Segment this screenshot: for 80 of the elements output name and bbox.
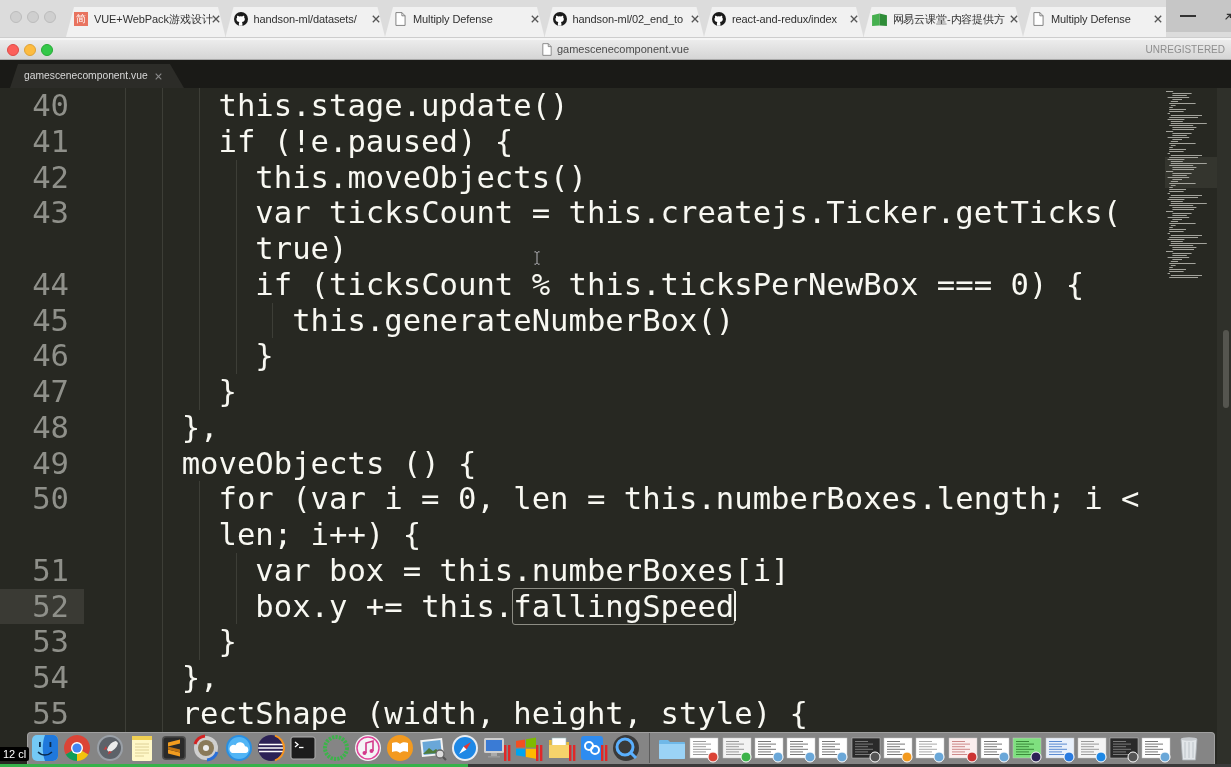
- line-number: 52: [32, 588, 69, 625]
- overlay-label: 12 cl: [0, 747, 30, 761]
- line-number: 54: [32, 660, 69, 696]
- browser-tab[interactable]: Multiply Defense: [1023, 7, 1166, 37]
- line-number: 46: [32, 338, 69, 374]
- linked-rings-icon[interactable]: [579, 733, 610, 763]
- code-line: for (var i = 0, len = this.numberBoxes.length; i <: [218, 481, 1140, 517]
- text-caret: [734, 591, 737, 622]
- arrow-icon[interactable]: [1225, 13, 1231, 20]
- close-button[interactable]: [7, 43, 19, 56]
- document-icon: [541, 43, 552, 56]
- line-number: 43: [32, 195, 69, 231]
- code-line: box.y += this.fallingSpeed: [255, 588, 735, 625]
- line-number: 49: [32, 445, 69, 482]
- code-line: true): [255, 231, 348, 267]
- code-line: this.moveObjects(): [255, 159, 587, 196]
- line-number: 41: [32, 123, 69, 160]
- editor-tab[interactable]: gamescenecomponent.vue: [10, 64, 184, 88]
- segmented-circle-icon[interactable]: [62, 733, 93, 763]
- line-number: 51: [32, 552, 69, 589]
- scrollbar-thumb[interactable]: [1223, 330, 1229, 408]
- music-note-icon[interactable]: [352, 733, 383, 763]
- line-number: 48: [32, 409, 69, 446]
- code-line: if (!e.paused) {: [218, 123, 514, 160]
- document-icon: [395, 12, 406, 26]
- line-number: 55: [32, 695, 69, 732]
- line-number: 44: [32, 266, 69, 303]
- cat-logo-icon: [712, 12, 726, 26]
- code-line: }: [218, 374, 237, 410]
- scrollbar-track[interactable]: [1217, 88, 1231, 767]
- close-icon[interactable]: [1154, 15, 1162, 23]
- text-cursor-icon: [533, 251, 541, 265]
- minimap[interactable]: [1165, 89, 1217, 281]
- line-number: 50: [32, 481, 69, 517]
- browser-tab[interactable]: 网易云课堂-内容提供方: [863, 7, 1023, 37]
- close-icon[interactable]: [212, 15, 221, 23]
- line-number: 45: [32, 302, 69, 339]
- code-line: },: [181, 660, 219, 696]
- terminal-icon[interactable]: [288, 733, 319, 763]
- code-line: var ticksCount = this.createjs.Ticker.getTicks(: [255, 195, 1122, 231]
- code-line: if (ticksCount % this.ticksPerNewBox === 0) {: [255, 266, 1085, 303]
- code-line: this.stage.update(): [218, 88, 569, 124]
- striped-sphere-icon[interactable]: [256, 733, 287, 763]
- browser-tab[interactable]: handson-ml/02_end_to: [544, 7, 704, 37]
- rocket-icon[interactable]: [94, 733, 125, 763]
- browser-tab[interactable]: 简 VUE+WebPack游戏设计: [66, 7, 226, 37]
- book-icon: [871, 12, 887, 26]
- face-logo-icon[interactable]: [30, 733, 60, 763]
- browser-tab[interactable]: Multiply Defense: [385, 7, 545, 37]
- code-line: len; i++) {: [218, 517, 422, 553]
- close-icon[interactable]: [371, 15, 380, 23]
- code-line: },: [181, 409, 219, 446]
- code-line: var box = this.numberBoxes[i]: [255, 552, 790, 589]
- code-line: }: [218, 624, 237, 660]
- browser-tab[interactable]: react-and-redux/index: [704, 7, 864, 37]
- code-line: this.generateNumberBox(): [292, 302, 735, 339]
- browser-tab[interactable]: handson-ml/datasets/: [225, 7, 385, 37]
- code-line: moveObjects () {: [181, 445, 477, 482]
- line-number: 40: [32, 88, 69, 124]
- favicon-logo: 简: [74, 12, 88, 26]
- cat-logo-icon: [233, 12, 248, 26]
- line-number: 53: [32, 624, 69, 660]
- code-line: }: [255, 338, 274, 374]
- magnifier-icon[interactable]: [611, 733, 642, 763]
- document-icon: [1033, 12, 1044, 26]
- zoom-button[interactable]: [41, 43, 53, 56]
- line-number: 42: [32, 159, 69, 196]
- close-icon[interactable]: [531, 15, 539, 23]
- open-book-icon[interactable]: [385, 733, 416, 763]
- close-icon[interactable]: [1009, 15, 1018, 23]
- code-line: rectShape (width, height, style) {: [181, 695, 808, 732]
- window-title: gamescenecomponent.vue: [556, 42, 690, 58]
- cat-logo-icon: [552, 12, 567, 26]
- compass-icon[interactable]: [449, 733, 480, 763]
- close-icon[interactable]: [850, 15, 858, 23]
- line-number: 47: [32, 374, 69, 410]
- registration-status: UNREGISTERED: [1145, 43, 1226, 57]
- close-icon[interactable]: [690, 15, 699, 23]
- close-icon[interactable]: [155, 72, 162, 80]
- cloud-icon[interactable]: [223, 733, 254, 763]
